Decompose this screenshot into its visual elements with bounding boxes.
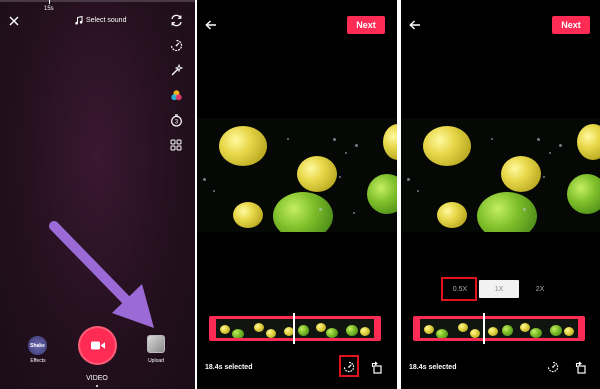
speed-highlight-box: [441, 277, 477, 301]
music-note-icon: [75, 16, 83, 25]
filters-icon[interactable]: [170, 89, 183, 102]
next-button[interactable]: Next: [552, 16, 590, 34]
timer-mark: [49, 0, 50, 4]
record-button[interactable]: [78, 326, 117, 365]
annotation-arrow: [42, 218, 162, 333]
mode-label[interactable]: VIDEO: [82, 375, 112, 382]
speed-highlight-box: [339, 355, 359, 377]
select-sound-button[interactable]: Select sound: [75, 16, 126, 25]
speed-icon[interactable]: [547, 361, 559, 373]
speed-screen: Next 0.5X 1X 2X 18.4s selected: [401, 0, 600, 389]
trim-timeline[interactable]: [413, 313, 585, 344]
rotate-icon[interactable]: [371, 361, 383, 374]
svg-text:3: 3: [175, 120, 179, 126]
trim-screen: Next 18.4s selected: [197, 0, 397, 389]
speed-option-1x[interactable]: 1X: [479, 280, 519, 298]
speed-icon[interactable]: [170, 39, 183, 52]
timeline-frames: [420, 319, 578, 338]
upload-button[interactable]: [147, 335, 165, 353]
video-preview: [197, 118, 397, 232]
effects-thumb-text: Shake: [30, 342, 45, 349]
timer-label: 15s: [44, 6, 54, 12]
beauty-icon[interactable]: [170, 64, 183, 77]
playhead[interactable]: [293, 313, 295, 344]
selected-duration: 18.4s selected: [409, 364, 457, 371]
upload-label: Upload: [148, 358, 164, 364]
timeline-frames: [216, 319, 374, 338]
camera-screen: 15s Select sound 3 Shake Effects Upload …: [0, 0, 195, 389]
selected-duration: 18.4s selected: [205, 364, 253, 371]
speed-option-2x[interactable]: 2X: [523, 280, 557, 298]
select-sound-label: Select sound: [86, 17, 127, 24]
back-arrow-icon[interactable]: [205, 20, 217, 30]
video-camera-icon: [90, 341, 105, 350]
record-progress-bar: [0, 0, 195, 2]
rotate-icon[interactable]: [575, 361, 587, 374]
timer-icon[interactable]: 3: [170, 114, 183, 127]
playhead[interactable]: [483, 313, 485, 344]
video-preview: [401, 118, 600, 232]
close-icon[interactable]: [9, 16, 19, 26]
mode-indicator-dot: [96, 385, 98, 387]
flip-icon[interactable]: [170, 14, 183, 27]
next-button[interactable]: Next: [347, 16, 385, 34]
trim-timeline[interactable]: [209, 313, 381, 344]
effects-button[interactable]: Shake: [28, 336, 47, 355]
effects-label: Effects: [30, 358, 46, 364]
more-icon[interactable]: [170, 139, 182, 151]
back-arrow-icon[interactable]: [409, 20, 421, 30]
